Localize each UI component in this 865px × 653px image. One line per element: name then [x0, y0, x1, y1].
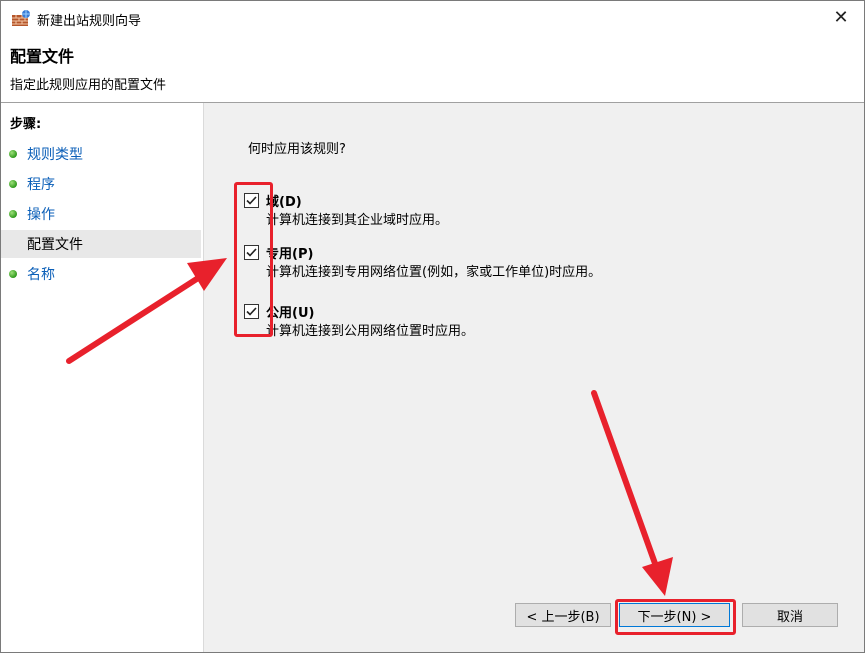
step-program[interactable]: 程序	[1, 170, 201, 198]
step-bullet-icon	[9, 180, 17, 188]
private-description: 计算机连接到专用网络位置(例如，家或工作单位)时应用。	[266, 265, 602, 280]
public-description: 计算机连接到公用网络位置时应用。	[266, 324, 475, 339]
page-subtitle: 指定此规则应用的配置文件	[10, 78, 167, 93]
step-bullet-icon	[9, 210, 17, 218]
domain-description: 计算机连接到其企业域时应用。	[266, 213, 449, 228]
close-icon[interactable]: ✕	[833, 7, 848, 28]
cancel-button[interactable]: 取消	[742, 603, 838, 627]
close-button[interactable]: ✕	[818, 1, 864, 33]
step-label[interactable]: 操作	[27, 204, 55, 224]
step-name[interactable]: 名称	[1, 260, 201, 288]
step-label[interactable]: 配置文件	[27, 234, 83, 254]
back-button[interactable]: < 上一步(B)	[515, 603, 611, 627]
wizard-header: 配置文件 指定此规则应用的配置文件	[1, 35, 864, 101]
private-label[interactable]: 专用(P)	[266, 243, 313, 262]
page-title: 配置文件	[10, 47, 75, 66]
title-bar: 新建出站规则向导 ✕	[1, 1, 864, 35]
step-label[interactable]: 程序	[27, 174, 55, 194]
step-label[interactable]: 规则类型	[27, 144, 83, 164]
wizard-window: 新建出站规则向导 ✕ 配置文件 指定此规则应用的配置文件 步骤: 规则类型 程序…	[0, 0, 865, 653]
step-label[interactable]: 名称	[27, 264, 55, 284]
step-bullet-icon	[9, 270, 17, 278]
next-button-highlight-box	[615, 599, 736, 635]
step-bullet-icon	[9, 150, 17, 158]
step-profile[interactable]: 配置文件	[1, 230, 201, 258]
question-label: 何时应用该规则?	[248, 142, 346, 157]
wizard-content: 何时应用该规则? 域(D) 计算机连接到其企业域时应用。 专用(P) 计算机连接…	[204, 103, 864, 652]
firewall-app-icon	[11, 9, 31, 27]
steps-heading: 步骤:	[10, 117, 42, 132]
step-rule-type[interactable]: 规则类型	[1, 140, 201, 168]
steps-sidebar: 步骤: 规则类型 程序 操作 配置文件 名称	[1, 103, 204, 652]
checkbox-highlight-box	[234, 182, 273, 337]
window-title: 新建出站规则向导	[37, 14, 142, 29]
public-label[interactable]: 公用(U)	[266, 302, 314, 321]
step-action[interactable]: 操作	[1, 200, 201, 228]
